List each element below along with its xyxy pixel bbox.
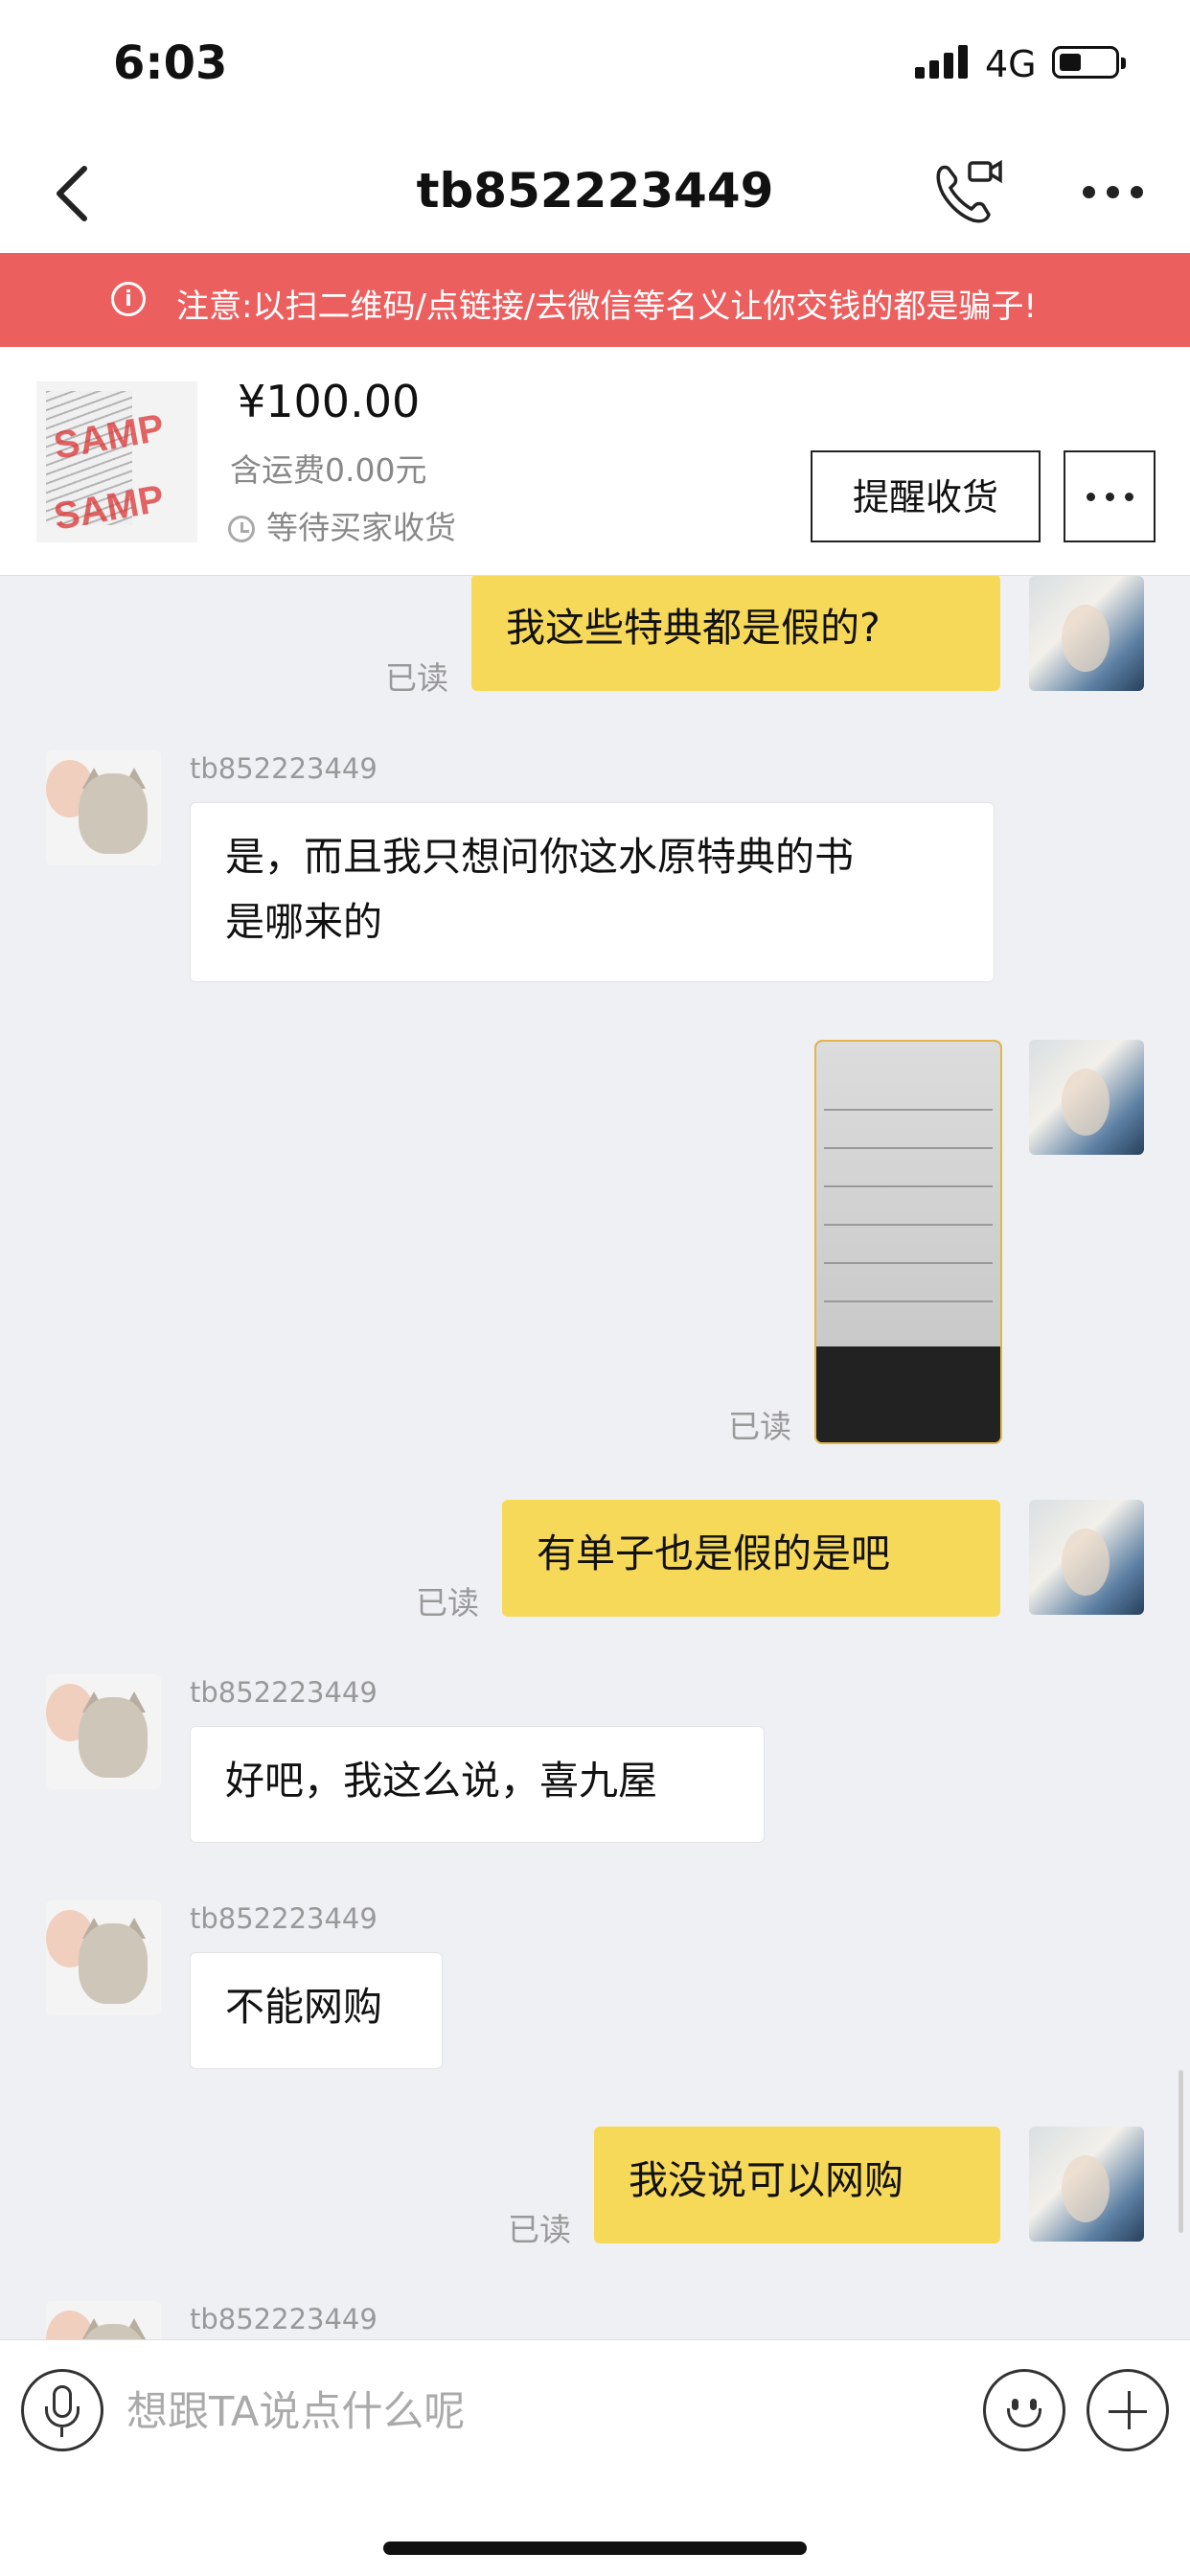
status-bar: 6:03 4G (0, 0, 1190, 134)
chat-messages[interactable]: 已读 我这些特典都是假的? tb852223449 是，而且我只想问你这水原特典… (0, 576, 1190, 2339)
sender-name: tb852223449 (190, 752, 378, 785)
clock-icon (228, 516, 255, 542)
self-avatar[interactable] (1029, 2127, 1144, 2242)
self-avatar[interactable] (1029, 576, 1144, 691)
partner-avatar[interactable] (46, 1674, 161, 1789)
warning-text: 注意:以扫二维码/点链接/去微信等名义让你交钱的都是骗子! (176, 288, 1037, 326)
home-area (0, 2476, 1190, 2576)
phone-video-icon[interactable] (927, 153, 1004, 230)
network-type: 4G (985, 43, 1037, 85)
outgoing-message[interactable]: 我没说可以网购 (594, 2127, 1000, 2243)
battery-icon (1052, 46, 1126, 79)
signal-icon (915, 44, 971, 79)
sender-name: tb852223449 (190, 2303, 378, 2335)
partner-avatar[interactable] (46, 1900, 161, 2015)
shipping-fee: 含运费0.00元 (230, 451, 427, 489)
outgoing-message[interactable]: 我这些特典都是假的? (471, 576, 1000, 691)
remind-receipt-button[interactable]: 提醒收货 (811, 450, 1041, 542)
order-status-text: 等待买家收货 (266, 509, 456, 546)
self-avatar[interactable] (1029, 1500, 1144, 1615)
sender-name: tb852223449 (190, 1902, 378, 1935)
scrollbar[interactable] (1179, 2070, 1183, 2233)
read-receipt: 已读 (416, 1584, 479, 1622)
home-indicator[interactable] (383, 2542, 807, 2555)
status-time: 6:03 (113, 36, 228, 90)
more-dots-icon[interactable] (1083, 180, 1144, 199)
microphone-icon[interactable] (21, 2369, 103, 2451)
info-icon: i (111, 282, 146, 316)
sender-name: tb852223449 (190, 1676, 378, 1709)
outgoing-message[interactable]: 有单子也是假的是吧 (502, 1500, 1000, 1617)
read-receipt: 已读 (385, 659, 448, 697)
self-avatar[interactable] (1029, 1040, 1144, 1155)
order-status: 等待买家收货 (228, 502, 456, 548)
incoming-message[interactable]: 不能网购 (190, 1952, 443, 2069)
emoji-icon[interactable] (983, 2369, 1065, 2451)
product-thumbnail[interactable]: SAMP SAMP (36, 381, 197, 542)
read-receipt: 已读 (728, 1408, 791, 1445)
input-bar (0, 2339, 1190, 2476)
incoming-message[interactable]: 好吧，我这么说，喜九屋 (190, 1726, 765, 1843)
plus-icon[interactable] (1087, 2369, 1169, 2451)
incoming-message[interactable]: 是，而且我只想问你这水原特典的书 是哪来的 (190, 802, 995, 982)
order-more-button[interactable] (1064, 450, 1156, 542)
message-input[interactable] (125, 2375, 943, 2450)
order-price: ¥100.00 (238, 376, 421, 427)
chat-title: tb852223449 (416, 163, 774, 218)
partner-avatar[interactable] (46, 750, 161, 865)
partner-avatar[interactable] (46, 2301, 161, 2339)
order-card: SAMP SAMP ¥100.00 含运费0.00元 等待买家收货 提醒收货 (0, 347, 1190, 576)
read-receipt: 已读 (508, 2211, 571, 2248)
image-message[interactable] (814, 1040, 1002, 1444)
nav-bar: tb852223449 (0, 134, 1190, 253)
scam-warning-banner: i 注意:以扫二维码/点链接/去微信等名义让你交钱的都是骗子! (0, 253, 1190, 347)
